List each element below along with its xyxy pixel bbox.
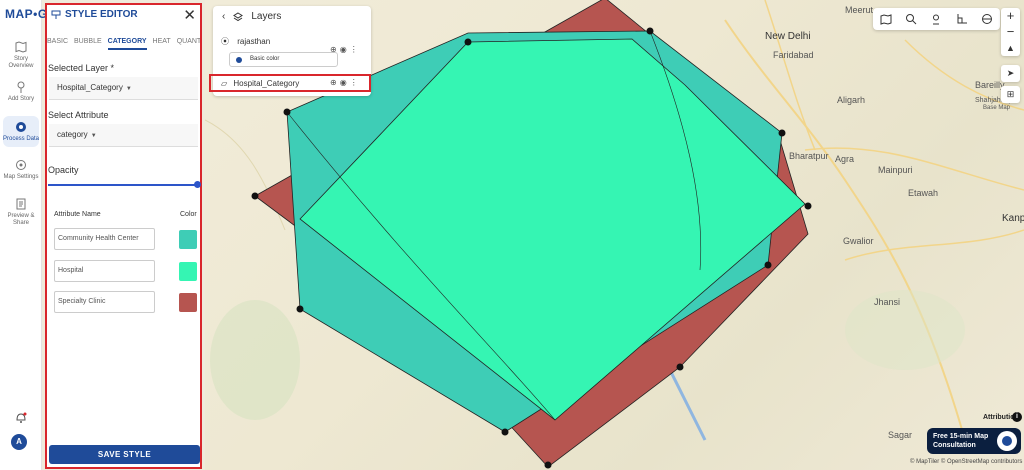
selected-layer-dropdown[interactable]: Hospital_Category ▼: [49, 77, 198, 100]
city-label: Mainpuri: [878, 165, 913, 175]
pin-icon: ⦿: [221, 37, 229, 46]
avatar[interactable]: A: [11, 434, 27, 450]
attribute-name-field[interactable]: Hospital: [54, 260, 155, 282]
print-icon[interactable]: [981, 13, 993, 25]
color-swatch[interactable]: [179, 293, 197, 312]
gear-icon: [16, 122, 26, 132]
tab-bubble[interactable]: BUBBLE: [74, 38, 102, 50]
consult-text: Free 15-min Map Consultation: [933, 433, 989, 449]
select-attribute-dropdown[interactable]: category ▼: [49, 124, 198, 147]
rail-label: Add Story: [7, 96, 35, 102]
attribute-name-field[interactable]: Specialty Clinic: [54, 291, 155, 313]
layer-tools: ⊕ ◉ ⋮: [330, 45, 358, 54]
editor-tabs: BASIC BUBBLE CATEGORY HEAT QUANTITY: [47, 38, 200, 50]
caret-down-icon: ▼: [90, 133, 97, 139]
zoom-in-button[interactable]: +: [1001, 8, 1020, 24]
share-icon: [16, 198, 26, 210]
city-label: Aligarh: [837, 95, 866, 105]
city-label: Meerut: [845, 5, 874, 15]
pin-icon: [17, 81, 25, 93]
caret-down-icon: ▼: [125, 86, 132, 92]
attribute-name-field[interactable]: Community Health Center: [54, 228, 155, 250]
map-credit: © MapTiler © OpenStreetMap contributors: [910, 459, 1023, 465]
export-button[interactable]: ⊞: [1001, 86, 1020, 103]
style-editor-panel: STYLE EDITOR ✕ BASIC BUBBLE CATEGORY HEA…: [45, 3, 202, 469]
zoom-out-button[interactable]: −: [1001, 24, 1020, 40]
city-label: Bharatpur: [789, 151, 829, 161]
tab-category[interactable]: CATEGORY: [107, 38, 147, 50]
basic-color-label: Basic color: [250, 56, 280, 62]
layers-title: Layers: [251, 11, 282, 22]
rail-label: Story Overview: [8, 56, 34, 69]
rail-map-settings[interactable]: Map Settings: [3, 158, 39, 181]
highlight-box: [209, 74, 371, 92]
rail-story-overview[interactable]: Story Overview: [3, 40, 39, 70]
measure-icon[interactable]: [956, 13, 968, 25]
attribute-row: Specialty Clinic: [54, 291, 197, 314]
city-label: Gwalior: [843, 236, 874, 246]
city-label: Jhansi: [874, 297, 901, 307]
info-icon[interactable]: i: [1012, 412, 1022, 422]
city-label: Etawah: [908, 188, 939, 198]
city-label: New Delhi: [765, 31, 811, 42]
select-attribute-value: category: [57, 130, 88, 139]
zoom-control: + − ▲: [1001, 8, 1020, 56]
attribute-row: Hospital: [54, 260, 197, 283]
rail-process-data[interactable]: Process Data: [3, 116, 39, 147]
paint-icon: [51, 10, 61, 19]
rail-add-story[interactable]: Add Story: [3, 80, 39, 103]
color-swatch[interactable]: [179, 230, 197, 249]
close-icon[interactable]: ✕: [183, 6, 196, 24]
compass-icon[interactable]: ▲: [1001, 40, 1020, 56]
editor-title-text: STYLE EDITOR: [65, 9, 138, 20]
rail-label: Preview & Share: [7, 213, 35, 226]
color-dot: [236, 57, 242, 63]
map-toolbar: [873, 8, 1000, 30]
select-attribute-label: Select Attribute: [48, 110, 109, 120]
chevron-left-icon[interactable]: ‹: [222, 11, 225, 22]
chat-icon: [997, 431, 1017, 451]
basic-color-chip[interactable]: Basic color: [229, 52, 338, 67]
color-swatch[interactable]: [179, 262, 197, 281]
city-label: Kanpur: [1002, 213, 1024, 224]
city-label: Sagar: [888, 430, 913, 440]
attribute-row: Community Health Center: [54, 228, 197, 251]
consultation-button[interactable]: Free 15-min Map Consultation: [927, 428, 1021, 454]
opacity-slider-track[interactable]: [48, 184, 198, 186]
settings-icon: [16, 160, 26, 170]
selected-layer-value: Hospital_Category: [57, 83, 123, 92]
city-label: Base Map: [983, 105, 1011, 111]
selected-layer-label: Selected Layer *: [48, 63, 115, 73]
bell-icon[interactable]: [14, 410, 28, 424]
color-header: Color: [180, 211, 197, 218]
opacity-label: Opacity: [48, 165, 79, 175]
save-style-button[interactable]: SAVE STYLE: [49, 445, 200, 464]
locate-button[interactable]: ➤: [1001, 65, 1020, 82]
map-layers-icon[interactable]: [880, 13, 892, 25]
layer-item-rajasthan[interactable]: ⦿ rajasthan: [221, 36, 270, 47]
rail-preview-share[interactable]: Preview & Share: [3, 197, 39, 227]
tab-heat[interactable]: HEAT: [153, 38, 171, 50]
editor-title: STYLE EDITOR: [51, 9, 138, 20]
tab-basic[interactable]: BASIC: [47, 38, 68, 50]
city-label: Agra: [835, 154, 855, 164]
rail-label: Process Data: [3, 136, 40, 142]
left-rail: MAP•G Story Overview Add Story Process D…: [0, 0, 47, 470]
more-icon[interactable]: ⋮: [350, 45, 358, 54]
city-label: Faridabad: [773, 50, 814, 60]
attribute-name-header: Attribute Name: [54, 211, 101, 218]
eye-icon[interactable]: ◉: [340, 45, 347, 54]
app-logo: MAP•G: [5, 7, 48, 21]
zoom-to-layer-icon[interactable]: ⊕: [330, 45, 337, 54]
map-icon: [15, 41, 27, 53]
search-icon[interactable]: [905, 13, 917, 25]
tab-quantity[interactable]: QUANTITY: [177, 38, 200, 50]
layers-header: ‹ Layers: [222, 11, 281, 22]
layer-name: rajasthan: [237, 37, 271, 46]
layers-icon: [233, 11, 244, 21]
opacity-slider-knob[interactable]: [194, 181, 201, 188]
rail-label: Map Settings: [3, 174, 39, 180]
location-icon[interactable]: [930, 13, 942, 25]
